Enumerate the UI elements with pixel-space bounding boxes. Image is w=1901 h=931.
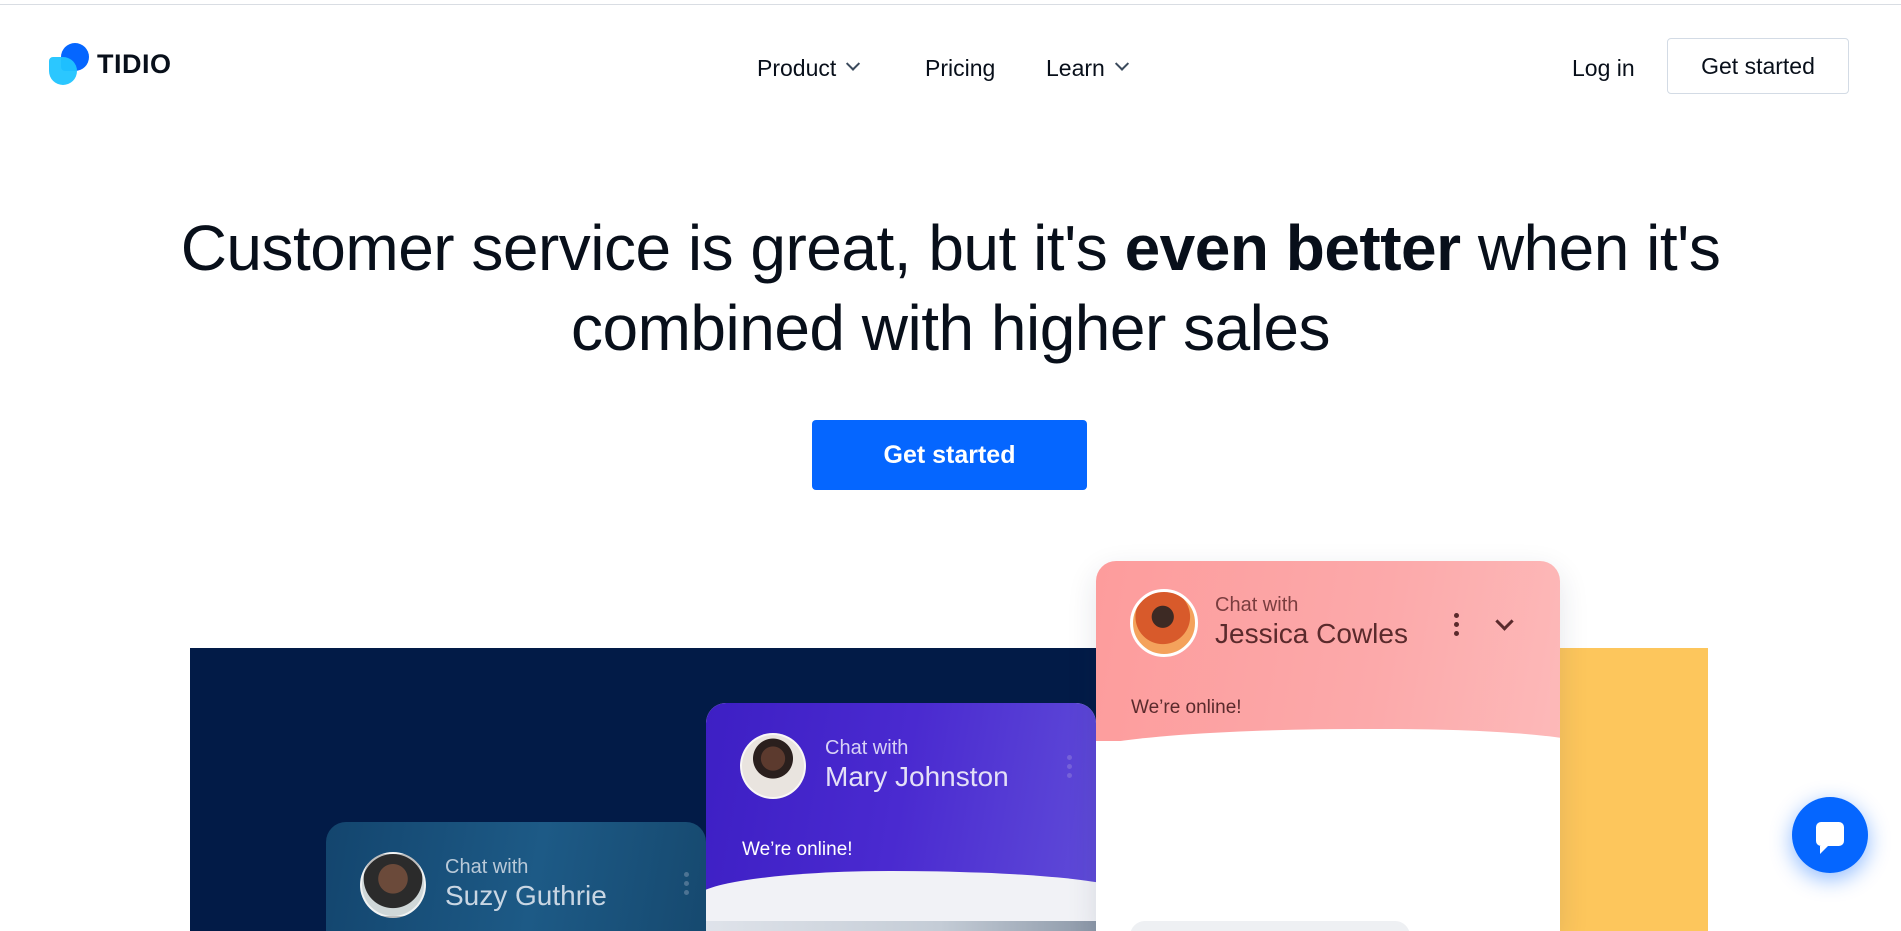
hero-title-bold: even better [1124, 212, 1461, 284]
nav-learn[interactable]: Learn [1046, 50, 1129, 86]
chevron-down-icon [1114, 56, 1129, 71]
kebab-menu-icon [1067, 755, 1073, 779]
chat-with-label: Chat with [1215, 594, 1299, 616]
login-link[interactable]: Log in [1572, 50, 1635, 86]
chat-with-label: Chat with [445, 856, 529, 878]
hero-get-started-button[interactable]: Get started [812, 420, 1087, 490]
online-status: We’re online! [1131, 697, 1242, 718]
chat-bubble-icon [1816, 822, 1844, 854]
online-status: We’re online! [742, 839, 853, 860]
hero-title: Customer service is great, but it's even… [150, 208, 1751, 368]
chevron-down-icon [846, 56, 861, 71]
chat-card-suzy: Chat with Suzy Guthrie [326, 822, 706, 931]
card-wave [1096, 729, 1560, 799]
illustration-yellow-panel [1560, 648, 1708, 931]
chat-with-label: Chat with [825, 737, 909, 759]
header-get-started-button[interactable]: Get started [1667, 38, 1849, 94]
chat-card-jessica: Chat with Jessica Cowles We’re online! [1096, 561, 1560, 931]
kebab-menu-icon [684, 872, 690, 896]
avatar [1130, 589, 1198, 657]
nav-product-label: Product [757, 54, 837, 81]
nav-pricing[interactable]: Pricing [925, 50, 995, 86]
chat-launcher-button[interactable] [1792, 797, 1868, 873]
kebab-menu-icon [1454, 613, 1460, 637]
agent-name: Mary Johnston [825, 761, 1009, 792]
nav-learn-label: Learn [1046, 54, 1105, 81]
nav-product[interactable]: Product [757, 50, 861, 86]
agent-name: Jessica Cowles [1215, 618, 1408, 649]
card-wave [706, 871, 1096, 921]
nav-pricing-label: Pricing [925, 54, 996, 81]
avatar [360, 852, 426, 918]
agent-name: Suzy Guthrie [445, 880, 607, 911]
site-header: TIDIO Product Pricing Learn Log in Get s… [0, 5, 1901, 123]
message-input-pill [1130, 921, 1410, 931]
chat-card-mary: Chat with Mary Johnston We’re online! [706, 703, 1096, 931]
avatar [740, 733, 806, 799]
hero-title-part1: Customer service is great, but it's [180, 212, 1125, 284]
